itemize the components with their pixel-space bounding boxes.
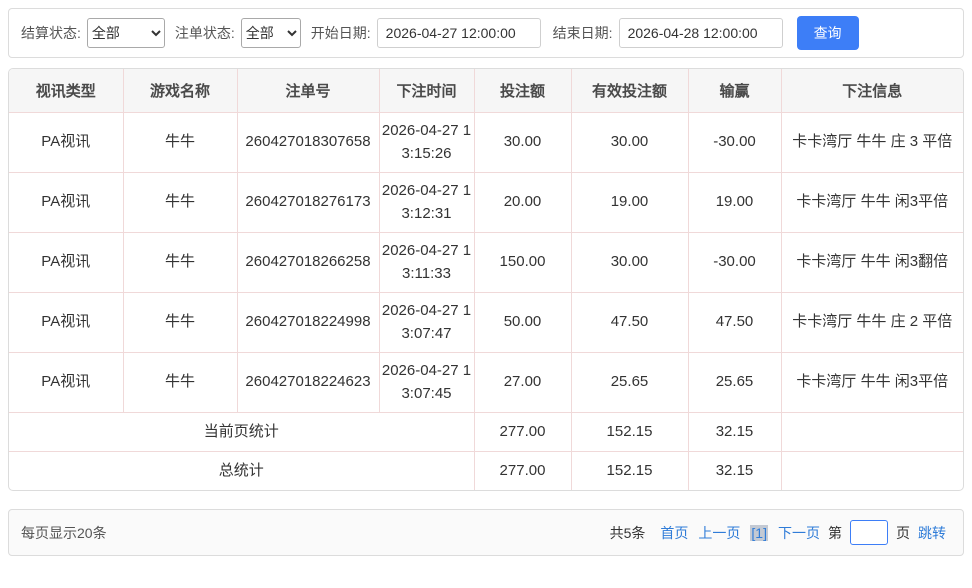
per-page-label: 每页显示20条: [21, 523, 107, 543]
summary-label: 当前页统计: [9, 412, 474, 451]
cell-video-type: PA视讯: [9, 112, 123, 172]
cell-bet-time: 2026-04-27 13:07:47: [379, 292, 474, 352]
cell-order-no: 260427018276173: [237, 172, 379, 232]
cell-bet-amount: 150.00: [474, 232, 571, 292]
cell-bet-amount: 50.00: [474, 292, 571, 352]
jump-button[interactable]: 跳转: [918, 523, 946, 543]
header-bet-time: 下注时间: [379, 69, 474, 112]
table-header-row: 视讯类型游戏名称注单号下注时间投注额有效投注额输赢下注信息: [9, 69, 963, 112]
cell-win-loss: -30.00: [688, 112, 781, 172]
table-row: PA视讯牛牛2604270182249982026-04-27 13:07:47…: [9, 292, 963, 352]
cell-bet-time: 2026-04-27 13:11:33: [379, 232, 474, 292]
summary-win-loss: 32.15: [688, 451, 781, 490]
cell-order-no: 260427018307658: [237, 112, 379, 172]
cell-valid-bet-amount: 30.00: [571, 112, 688, 172]
table-row: PA视讯牛牛2604270183076582026-04-27 13:15:26…: [9, 112, 963, 172]
table-row: PA视讯牛牛2604270182662582026-04-27 13:11:33…: [9, 232, 963, 292]
cell-bet-amount: 30.00: [474, 112, 571, 172]
header-game-name: 游戏名称: [123, 69, 237, 112]
jump-suffix-label: 页: [896, 523, 910, 543]
jump-prefix-label: 第: [828, 523, 842, 543]
cell-bet-time: 2026-04-27 13:07:45: [379, 352, 474, 412]
cell-game-name: 牛牛: [123, 112, 237, 172]
header-bet-amount: 投注额: [474, 69, 571, 112]
summary-valid-bet-amount: 152.15: [571, 412, 688, 451]
header-bet-info: 下注信息: [781, 69, 963, 112]
cell-game-name: 牛牛: [123, 352, 237, 412]
summary-bet-info: [781, 451, 963, 490]
page: 结算状态: 全部 注单状态: 全部 开始日期: 结束日期: 查询 视讯类型游戏名…: [0, 0, 972, 588]
next-page-link[interactable]: 下一页: [778, 523, 820, 543]
summary-bet-info: [781, 412, 963, 451]
cell-bet-info: 卡卡湾厅 牛牛 闲3平倍: [781, 172, 963, 232]
table-body: PA视讯牛牛2604270183076582026-04-27 13:15:26…: [9, 112, 963, 490]
table-row: PA视讯牛牛2604270182761732026-04-27 13:12:31…: [9, 172, 963, 232]
cell-valid-bet-amount: 30.00: [571, 232, 688, 292]
cell-video-type: PA视讯: [9, 352, 123, 412]
cell-bet-info: 卡卡湾厅 牛牛 庄 2 平倍: [781, 292, 963, 352]
cell-valid-bet-amount: 25.65: [571, 352, 688, 412]
order-status-label: 注单状态:: [175, 23, 235, 43]
page-jump-input[interactable]: [850, 520, 888, 545]
summary-label: 总统计: [9, 451, 474, 490]
query-button[interactable]: 查询: [797, 16, 859, 50]
cell-order-no: 260427018266258: [237, 232, 379, 292]
start-date-label: 开始日期:: [311, 23, 371, 43]
cell-win-loss: -30.00: [688, 232, 781, 292]
settlement-status-label: 结算状态:: [21, 23, 81, 43]
pagination: 共5条 首页 上一页 [1] 下一页 第 页 跳转: [610, 520, 951, 545]
bets-table: 视讯类型游戏名称注单号下注时间投注额有效投注额输赢下注信息 PA视讯牛牛2604…: [9, 69, 963, 490]
summary-valid-bet-amount: 152.15: [571, 451, 688, 490]
cell-bet-amount: 27.00: [474, 352, 571, 412]
table-row: PA视讯牛牛2604270182246232026-04-27 13:07:45…: [9, 352, 963, 412]
total-count-label: 共5条: [610, 523, 646, 543]
order-status-select[interactable]: 全部: [241, 18, 301, 48]
cell-bet-info: 卡卡湾厅 牛牛 闲3平倍: [781, 352, 963, 412]
current-page-summary-row: 当前页统计 277.00 152.15 32.15: [9, 412, 963, 451]
start-date-input[interactable]: [377, 18, 541, 48]
cell-video-type: PA视讯: [9, 292, 123, 352]
cell-video-type: PA视讯: [9, 232, 123, 292]
end-date-input[interactable]: [619, 18, 783, 48]
header-video-type: 视讯类型: [9, 69, 123, 112]
cell-game-name: 牛牛: [123, 172, 237, 232]
filter-bar: 结算状态: 全部 注单状态: 全部 开始日期: 结束日期: 查询: [8, 8, 964, 58]
current-page-indicator: [1]: [750, 525, 768, 541]
cell-bet-time: 2026-04-27 13:12:31: [379, 172, 474, 232]
cell-order-no: 260427018224623: [237, 352, 379, 412]
first-page-link[interactable]: 首页: [660, 523, 688, 543]
cell-bet-info: 卡卡湾厅 牛牛 闲3翻倍: [781, 232, 963, 292]
summary-win-loss: 32.15: [688, 412, 781, 451]
summary-bet-amount: 277.00: [474, 412, 571, 451]
cell-order-no: 260427018224998: [237, 292, 379, 352]
settlement-status-select[interactable]: 全部: [87, 18, 165, 48]
total-summary-row: 总统计 277.00 152.15 32.15: [9, 451, 963, 490]
end-date-label: 结束日期:: [553, 23, 613, 43]
header-valid-bet-amount: 有效投注额: [571, 69, 688, 112]
bets-table-panel: 视讯类型游戏名称注单号下注时间投注额有效投注额输赢下注信息 PA视讯牛牛2604…: [8, 68, 964, 491]
cell-video-type: PA视讯: [9, 172, 123, 232]
header-order-no: 注单号: [237, 69, 379, 112]
cell-win-loss: 19.00: [688, 172, 781, 232]
cell-game-name: 牛牛: [123, 292, 237, 352]
cell-valid-bet-amount: 19.00: [571, 172, 688, 232]
cell-bet-amount: 20.00: [474, 172, 571, 232]
cell-bet-info: 卡卡湾厅 牛牛 庄 3 平倍: [781, 112, 963, 172]
cell-valid-bet-amount: 47.50: [571, 292, 688, 352]
header-win-loss: 输赢: [688, 69, 781, 112]
cell-win-loss: 47.50: [688, 292, 781, 352]
footer-bar: 每页显示20条 共5条 首页 上一页 [1] 下一页 第 页 跳转: [8, 509, 964, 556]
summary-bet-amount: 277.00: [474, 451, 571, 490]
cell-game-name: 牛牛: [123, 232, 237, 292]
prev-page-link[interactable]: 上一页: [698, 523, 740, 543]
cell-win-loss: 25.65: [688, 352, 781, 412]
cell-bet-time: 2026-04-27 13:15:26: [379, 112, 474, 172]
